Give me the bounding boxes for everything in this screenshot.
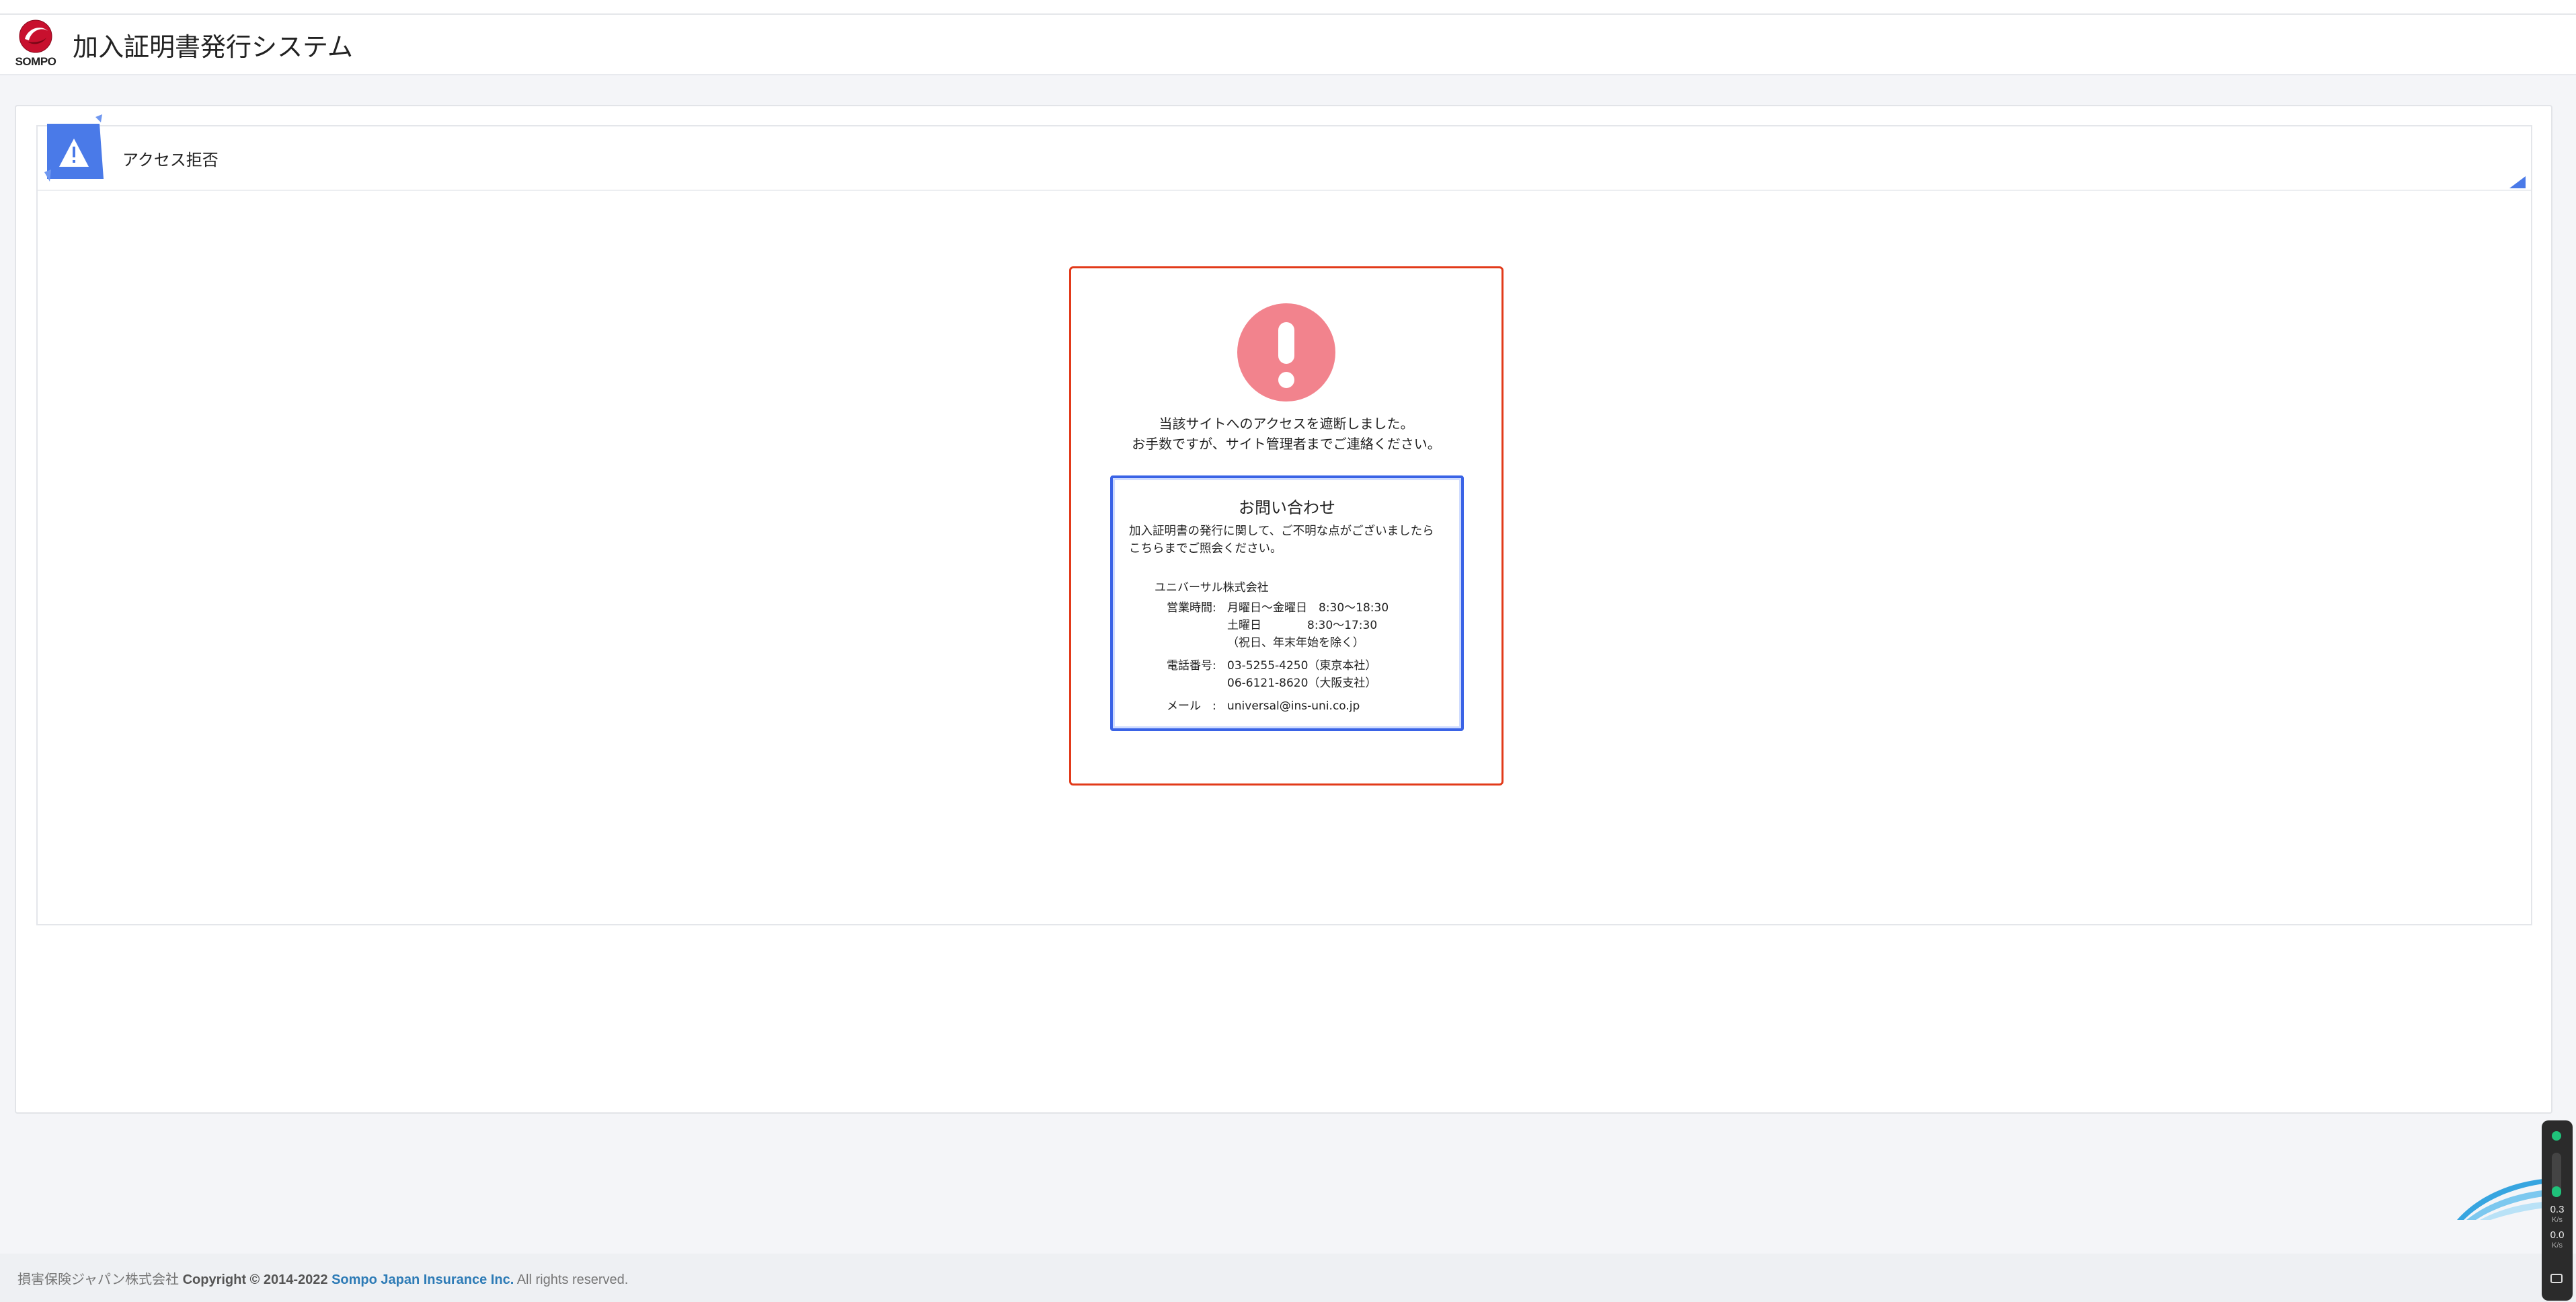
contact-description-line1: 加入証明書の発行に関して、ご不明な点がございましたら xyxy=(1129,525,1434,538)
phone-tokyo: 03-5255-4250（東京本社） xyxy=(1227,659,1377,673)
download-unit: K/s xyxy=(2552,1241,2563,1250)
hours-note: （祝日、年末年始を除く） xyxy=(1227,636,1364,650)
footer-rights: All rights reserved. xyxy=(516,1272,629,1287)
footer-copyright: Copyright © 2014-2022 xyxy=(182,1272,328,1287)
footer-brand-link[interactable]: Sompo Japan Insurance Inc. xyxy=(331,1272,514,1287)
contact-description-line2: こちらまでご照会ください。 xyxy=(1129,542,1282,556)
level-slider[interactable] xyxy=(2552,1153,2561,1197)
upload-speed: 0.3 xyxy=(2550,1204,2565,1215)
sompo-logo[interactable]: SOMPO xyxy=(12,19,59,73)
main-panel: アクセス拒否 当該サイトへのアクセスを遮断しました。 お手数ですが、サイト管理者… xyxy=(15,105,2571,1220)
download-speed: 0.0 xyxy=(2550,1229,2565,1241)
status-dot-icon xyxy=(2552,1131,2561,1141)
contact-title: お問い合わせ xyxy=(1239,498,1335,517)
hours-weekday: 月曜日〜金曜日 8:30〜18:30 xyxy=(1227,601,1389,615)
network-monitor-widget[interactable]: 0.3 K/s 0.0 K/s xyxy=(2542,1120,2573,1301)
mail-address[interactable]: universal@ins-uni.co.jp xyxy=(1227,697,1449,715)
error-message: 当該サイトへのアクセスを遮断しました。 お手数ですが、サイト管理者までご連絡くだ… xyxy=(1071,414,1501,454)
company-name: ユニバーサル株式会社 xyxy=(1155,581,1269,595)
upload-unit: K/s xyxy=(2552,1216,2563,1224)
hours-saturday: 土曜日 8:30〜17:30 xyxy=(1227,619,1378,632)
app-header: SOMPO 加入証明書発行システム xyxy=(0,15,2576,75)
phone-osaka: 06-6121-8620（大阪支社） xyxy=(1227,677,1377,690)
collapse-triangle-icon[interactable] xyxy=(2509,176,2526,188)
browser-top-strip xyxy=(0,0,2576,15)
page-footer: 損害保険ジャパン株式会社 Copyright © 2014-2022 Sompo… xyxy=(0,1254,2576,1302)
card-title: アクセス拒否 xyxy=(122,151,219,169)
app-title: 加入証明書発行システム xyxy=(73,32,353,62)
contact-box: お問い合わせ 加入証明書の発行に関して、ご不明な点がございましたら こちらまでご… xyxy=(1110,475,1464,731)
exclamation-icon xyxy=(1237,303,1335,401)
hours-label: 営業時間: xyxy=(1167,601,1216,615)
phone-label: 電話番号: xyxy=(1167,659,1216,673)
copyright-text: 損害保険ジャパン株式会社 Copyright © 2014-2022 Sompo… xyxy=(17,1268,628,1288)
warning-icon xyxy=(44,114,104,182)
contact-info: 営業時間: 月曜日〜金曜日 8:30〜18:30 土曜日 8:30〜17:30 … xyxy=(1167,599,1449,715)
error-message-line2: お手数ですが、サイト管理者までご連絡ください。 xyxy=(1132,436,1441,452)
access-denied-card: アクセス拒否 当該サイトへのアクセスを遮断しました。 お手数ですが、サイト管理者… xyxy=(36,114,2532,925)
contact-description: 加入証明書の発行に関して、ご不明な点がございましたら こちらまでご照会ください。 xyxy=(1129,523,1452,558)
footer-company: 損害保険ジャパン株式会社 xyxy=(17,1272,179,1287)
card-header: アクセス拒否 xyxy=(38,114,2531,191)
mail-label: メール : xyxy=(1167,699,1216,713)
error-message-line1: 当該サイトへのアクセスを遮断しました。 xyxy=(1159,416,1414,432)
camera-icon[interactable] xyxy=(2550,1274,2563,1283)
error-box: 当該サイトへのアクセスを遮断しました。 お手数ですが、サイト管理者までご連絡くだ… xyxy=(1069,266,1504,786)
sompo-logo-text: SOMPO xyxy=(15,55,56,68)
sompo-logo-icon xyxy=(19,20,52,53)
